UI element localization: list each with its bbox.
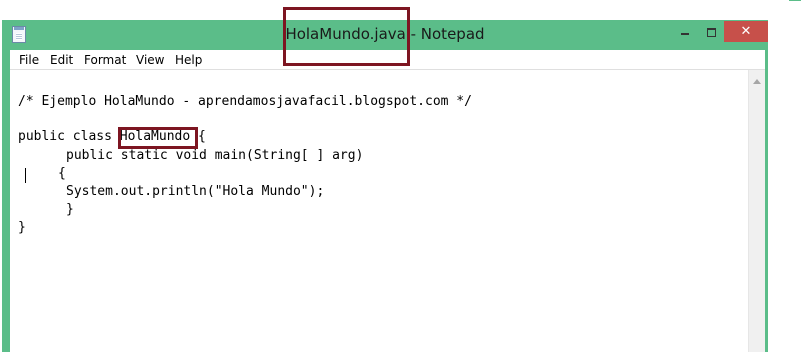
minimize-icon (680, 33, 689, 35)
menu-file[interactable]: File (19, 53, 39, 67)
code-line-println: System.out.println("Hola Mundo"); (66, 184, 325, 199)
text-editor[interactable]: /* Ejemplo HolaMundo - aprendamosjavafac… (10, 70, 748, 352)
minimize-button[interactable] (671, 21, 698, 42)
decorative-dash (789, 0, 801, 1)
maximize-button[interactable] (698, 21, 724, 42)
code-line-main: public static void main(String[ ] arg) (66, 148, 364, 163)
code-line-class-close: } (18, 220, 26, 235)
notepad-window: HolaMundo.java - Notepad ✕ File Edit For… (2, 20, 768, 352)
title-highlight-box (283, 7, 410, 66)
classname-highlight-box (118, 127, 198, 149)
menu-edit[interactable]: Edit (50, 53, 73, 67)
code-line-comment: /* Ejemplo HolaMundo - aprendamosjavafac… (18, 94, 472, 109)
menu-format[interactable]: Format (84, 53, 126, 67)
close-icon: ✕ (740, 24, 752, 39)
code-line-open-brace: { (58, 166, 66, 181)
scroll-up-icon[interactable] (753, 79, 761, 84)
close-button[interactable]: ✕ (724, 21, 768, 42)
page-background (790, 40, 808, 352)
code-line-close-brace: } (66, 202, 74, 217)
maximize-icon (706, 27, 716, 37)
vertical-scrollbar[interactable] (748, 70, 765, 352)
text-caret (25, 168, 26, 183)
menu-view[interactable]: View (136, 53, 164, 67)
menu-help[interactable]: Help (175, 53, 202, 67)
